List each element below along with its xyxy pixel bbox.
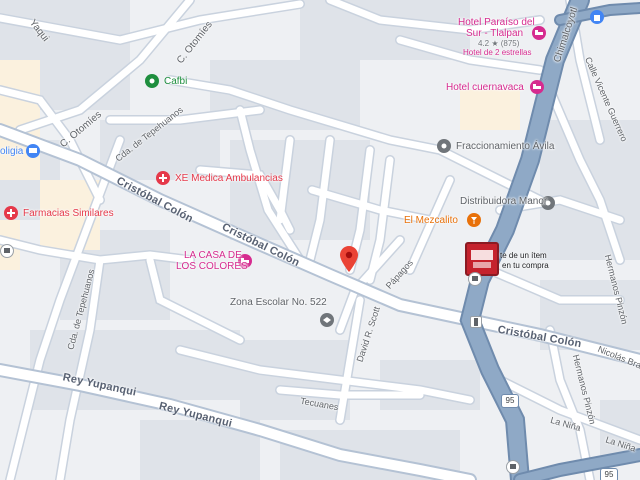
- hotel-paraiso-name-line2[interactable]: Sur - Tlalpan: [466, 29, 523, 39]
- casa-colores-name[interactable]: LA CASA DE: [184, 251, 242, 261]
- mezcalito-pin[interactable]: [467, 213, 481, 227]
- ad-text-line2[interactable]: en tu compra: [502, 262, 549, 270]
- store-pin[interactable]: [590, 10, 604, 24]
- farmacia-partial-name[interactable]: oligia: [0, 147, 23, 157]
- ad-logo-icon: [471, 250, 493, 268]
- bed-icon: [535, 30, 543, 35]
- zona-escolar-pin[interactable]: [320, 313, 334, 327]
- transit-pin[interactable]: [468, 272, 482, 286]
- distribuidora-name[interactable]: Distribuidora Manor: [460, 197, 547, 207]
- farmacias-name[interactable]: Farmacias Similares: [23, 209, 114, 219]
- hotel-paraiso-name[interactable]: Hotel Paraíso del: [458, 18, 535, 28]
- map-canvas[interactable]: Yaqui C. Otomíes C. Otomíes Cda. de Tepe…: [0, 0, 640, 480]
- hotel-cuernavaca-pin[interactable]: [530, 80, 544, 94]
- school-icon: [323, 317, 331, 323]
- shopping-cart-icon: [29, 148, 37, 153]
- transit-pin[interactable]: [506, 460, 520, 474]
- mezcalito-name[interactable]: El Mezcalito: [404, 216, 458, 226]
- bus-icon: [510, 464, 516, 469]
- route-shield-95: 95: [501, 394, 519, 408]
- fraccionamiento-pin[interactable]: [437, 139, 451, 153]
- traffic-light-pin: [470, 316, 482, 328]
- bed-icon: [533, 84, 541, 89]
- cafbi-name[interactable]: Cafbi: [164, 77, 187, 87]
- medical-icon: [159, 174, 167, 182]
- bus-icon: [4, 248, 10, 253]
- cocktail-icon: [471, 217, 477, 224]
- hotel-cuernavaca-name[interactable]: Hotel cuernavaca: [446, 83, 524, 93]
- transit-pin[interactable]: [0, 244, 14, 258]
- hotel-paraiso-type: Hotel de 2 estrellas: [463, 48, 532, 57]
- bus-icon: [472, 276, 478, 281]
- hotel-paraiso-rating: 4.2 ★ (875): [478, 39, 520, 48]
- traffic-light-icon: [474, 318, 478, 326]
- location-icon: [441, 143, 447, 149]
- route-shield-95: 95: [600, 468, 618, 480]
- cafbi-pin[interactable]: [145, 74, 159, 88]
- shopping-bag-icon: [594, 15, 600, 21]
- pharmacy-icon: [7, 209, 15, 217]
- farmacias-pin[interactable]: [4, 206, 18, 220]
- sponsored-ad-badge[interactable]: [465, 242, 499, 276]
- hotel-paraiso-pin[interactable]: [532, 26, 546, 40]
- zona-escolar-name[interactable]: Zona Escolar No. 522: [230, 298, 327, 308]
- xe-medica-pin[interactable]: [156, 171, 170, 185]
- casa-colores-name-line2[interactable]: LOS COLORES: [176, 262, 248, 272]
- fraccionamiento-name[interactable]: Fraccionamiento Ávila: [456, 142, 554, 152]
- xe-medica-name[interactable]: XE Medica Ambulancias: [175, 174, 283, 184]
- ad-text-line1[interactable]: te de un ítem: [500, 252, 547, 260]
- place-icon: [149, 78, 155, 84]
- shopping-cart-pin[interactable]: [26, 144, 40, 158]
- selected-location-pin[interactable]: [340, 246, 358, 272]
